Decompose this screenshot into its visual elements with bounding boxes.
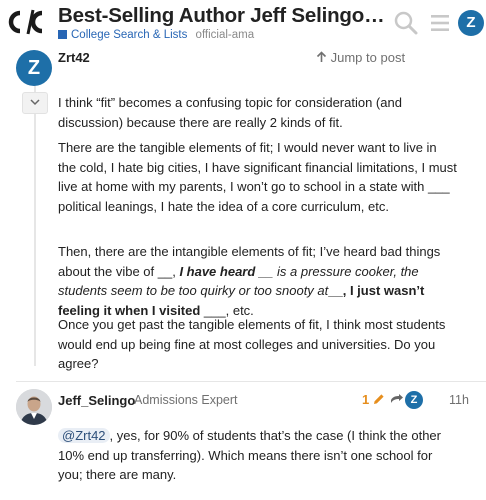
- hamburger-menu-icon[interactable]: [427, 10, 453, 36]
- cc-logo[interactable]: [6, 7, 44, 37]
- post-paragraph: I think “fit” becomes a confusing topic …: [58, 95, 402, 130]
- tag-link[interactable]: official-ama: [196, 29, 255, 41]
- user-title: Admissions Expert: [134, 393, 238, 407]
- jump-to-post-link[interactable]: Jump to post: [316, 50, 405, 65]
- topic-header: Best-Selling Author Jeff Selingo R... Co…: [0, 0, 486, 48]
- user-mention[interactable]: @Zrt42: [58, 428, 110, 443]
- edit-count: 1: [362, 392, 370, 407]
- category-link[interactable]: College Search & Lists: [58, 29, 187, 41]
- post-username[interactable]: Jeff_Selingo: [58, 393, 135, 408]
- edit-history-button[interactable]: 1: [362, 392, 385, 407]
- arrow-up-icon: [316, 50, 331, 65]
- post-paragraph: Then, there are the intangible elements …: [58, 242, 458, 320]
- post-divider: [16, 381, 486, 382]
- avatar[interactable]: [16, 389, 52, 425]
- jump-label: Jump to post: [330, 50, 406, 65]
- reply-to-avatar[interactable]: Z: [405, 391, 423, 409]
- search-icon[interactable]: [393, 10, 419, 36]
- expand-quote-button[interactable]: [22, 92, 48, 114]
- avatar[interactable]: Z: [16, 50, 52, 86]
- breadcrumb: College Search & Lists official-ama: [58, 29, 254, 41]
- current-user-avatar[interactable]: Z: [458, 10, 484, 36]
- post-date[interactable]: 11h: [449, 393, 469, 407]
- post-paragraph: Once you get past the tangible elements …: [58, 317, 446, 371]
- topic-title[interactable]: Best-Selling Author Jeff Selingo R...: [58, 4, 388, 28]
- reply-to-indicator[interactable]: [390, 392, 403, 407]
- chevron-down-icon: [30, 97, 40, 109]
- reply-arrow-icon: [390, 392, 403, 407]
- pencil-icon: [373, 392, 385, 407]
- emphasis-text: I have heard: [179, 263, 256, 279]
- post-username[interactable]: Zrt42: [58, 50, 90, 65]
- text-run: , yes, for 90% of students that’s the ca…: [58, 428, 441, 482]
- post-paragraph: @Zrt42, yes, for 90% of students that’s …: [58, 426, 458, 485]
- post-paragraph: There are the tangible elements of fit; …: [58, 140, 457, 214]
